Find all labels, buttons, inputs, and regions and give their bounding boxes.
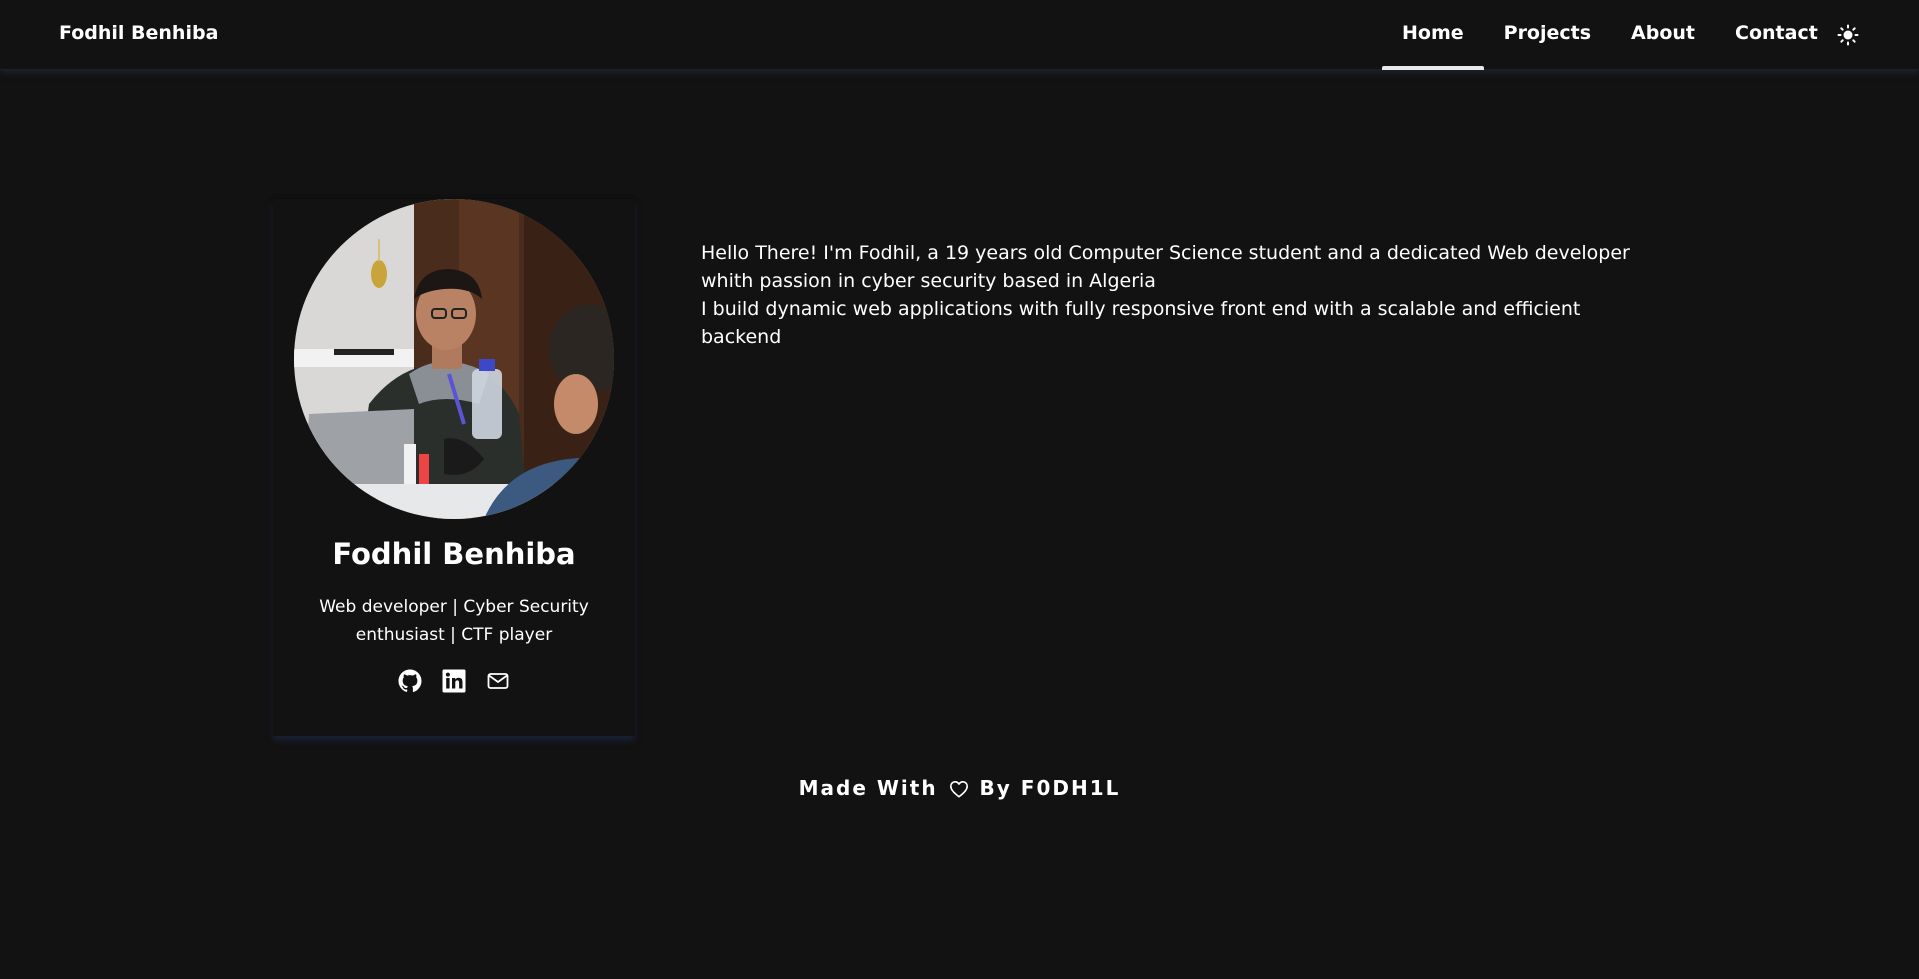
- github-icon: [398, 669, 422, 693]
- heart-icon: [949, 780, 968, 798]
- github-link[interactable]: [398, 669, 422, 693]
- theme-toggle-button[interactable]: [1836, 23, 1860, 47]
- footer-made-with: Made With: [798, 776, 938, 800]
- social-links: [273, 669, 635, 693]
- nav-links: Home Projects About Contact: [1382, 0, 1838, 70]
- mail-icon: [487, 673, 509, 689]
- bio-intro: Hello There! I'm Fodhil, a 19 years old …: [701, 242, 1630, 292]
- profile-title: Web developer | Cyber Security enthusias…: [319, 597, 589, 645]
- nav-link-home[interactable]: Home: [1382, 0, 1484, 70]
- nav-link-about[interactable]: About: [1611, 0, 1715, 70]
- footer: Made With By F0DH1L: [0, 776, 1919, 800]
- bio-section: Hello There! I'm Fodhil, a 19 years old …: [701, 239, 1641, 351]
- nav-link-contact[interactable]: Contact: [1715, 0, 1838, 70]
- bio-skills: I build dynamic web applications with fu…: [701, 298, 1581, 348]
- profile-name: Fodhil Benhiba: [332, 537, 576, 571]
- linkedin-link[interactable]: [442, 669, 466, 693]
- navbar: Fodhil Benhiba Home Projects About Conta…: [0, 0, 1919, 70]
- brand-name[interactable]: Fodhil Benhiba: [59, 22, 218, 44]
- sun-icon: [1837, 24, 1859, 46]
- linkedin-icon: [442, 669, 466, 693]
- profile-photo: [294, 199, 614, 519]
- nav-link-projects[interactable]: Projects: [1484, 0, 1611, 70]
- footer-author: By F0DH1L: [979, 776, 1121, 800]
- profile-card: Fodhil Benhiba Web developer | Cyber Sec…: [273, 199, 635, 736]
- avatar: [294, 199, 614, 519]
- email-link[interactable]: [486, 669, 510, 693]
